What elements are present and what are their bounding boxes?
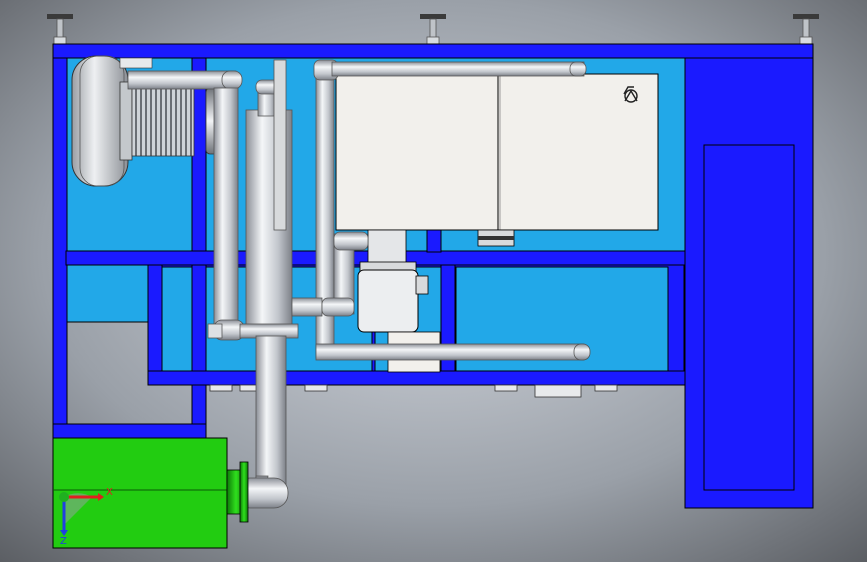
control-enclosure: [335, 73, 659, 247]
cad-drawing: X Z: [0, 0, 867, 562]
triad-x-label: X: [106, 487, 113, 498]
frame-center-post: [426, 227, 442, 253]
frame-lower-mid-post: [440, 264, 456, 386]
cad-viewport[interactable]: X Z: [0, 0, 867, 562]
frame-top-beam: [52, 43, 814, 59]
green-tank: [52, 437, 249, 549]
frame-left-bottom-beam: [52, 423, 207, 439]
frame-lower-left-post: [147, 264, 163, 386]
triad-z-label: Z: [60, 536, 67, 547]
frame-left-post: [52, 57, 68, 439]
frame-bottom-beam: [147, 370, 687, 386]
